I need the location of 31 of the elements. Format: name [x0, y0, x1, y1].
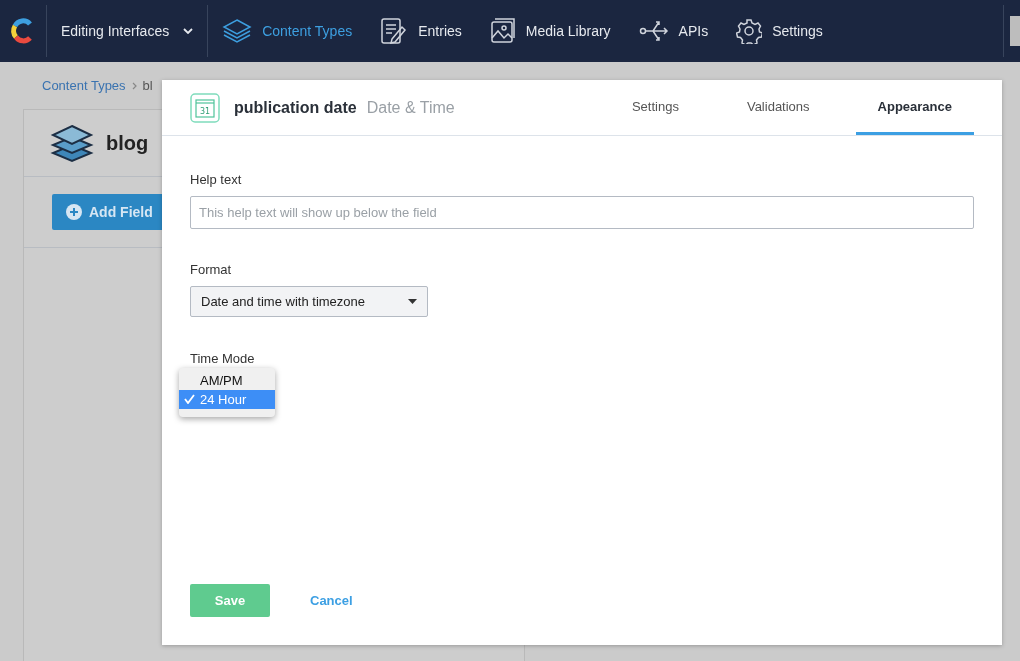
checkmark-icon	[184, 393, 195, 404]
layers-icon	[222, 18, 253, 44]
dropdown-option[interactable]: AM/PM	[179, 371, 275, 390]
settings-icon	[736, 18, 763, 44]
nav-item[interactable]: Settings	[722, 0, 837, 62]
nav-item[interactable]: Entries	[366, 0, 476, 62]
chevron-down-icon[interactable]	[183, 28, 194, 34]
field-label: Format	[190, 262, 233, 277]
nav-item[interactable]: Media Library	[475, 0, 625, 62]
content-type-title: blog	[106, 131, 149, 155]
calendar-icon: 31	[190, 92, 220, 123]
field-name: publication date	[234, 98, 357, 117]
tab[interactable]: Settings	[609, 80, 701, 135]
field-type: Date & Time	[366, 98, 455, 117]
document-pen-icon	[380, 17, 409, 45]
plus-circle-icon	[66, 204, 82, 220]
breadcrumb-link[interactable]: bl	[142, 78, 153, 93]
nav-item[interactable]: Content Types	[208, 0, 367, 62]
tab[interactable]: Validations	[724, 80, 832, 135]
chevron-right-icon	[131, 81, 137, 90]
image-icon	[489, 18, 516, 44]
branch-arrows-icon	[638, 18, 669, 44]
nav-item[interactable]: APIs	[624, 0, 723, 62]
layers-icon	[50, 123, 94, 163]
format-select[interactable]: Date and time with timezone	[190, 286, 428, 317]
help-text-field[interactable]: This help text will show up below the field	[190, 196, 974, 229]
workspace-name[interactable]: Editing Interfaces	[61, 23, 170, 39]
tab[interactable]: Appearance	[855, 80, 974, 135]
caret-icon	[408, 299, 417, 304]
field-label: Help text	[190, 172, 243, 187]
field-label: Time Mode	[190, 351, 255, 366]
